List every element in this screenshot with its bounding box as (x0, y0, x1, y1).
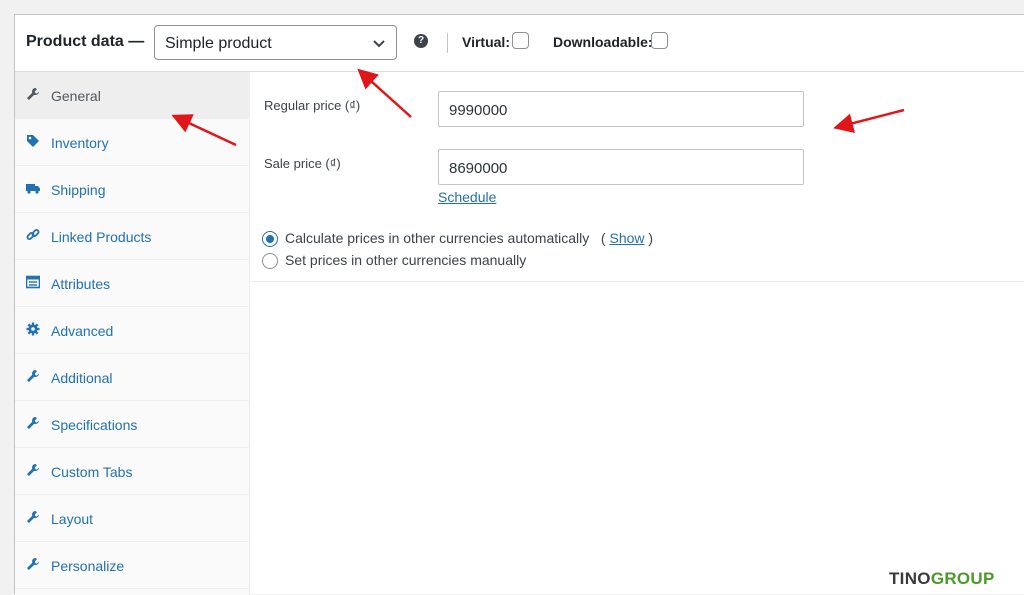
tino-group-watermark: TINOGROUP (889, 569, 995, 589)
arrow-to-product-type (357, 68, 412, 118)
watermark-part2: GROUP (930, 569, 995, 588)
annotation-arrows (171, 68, 905, 147)
arrow-to-general-tab (171, 114, 237, 147)
watermark-part1: TINO (889, 569, 931, 588)
arrow-to-price-fields (833, 108, 905, 133)
